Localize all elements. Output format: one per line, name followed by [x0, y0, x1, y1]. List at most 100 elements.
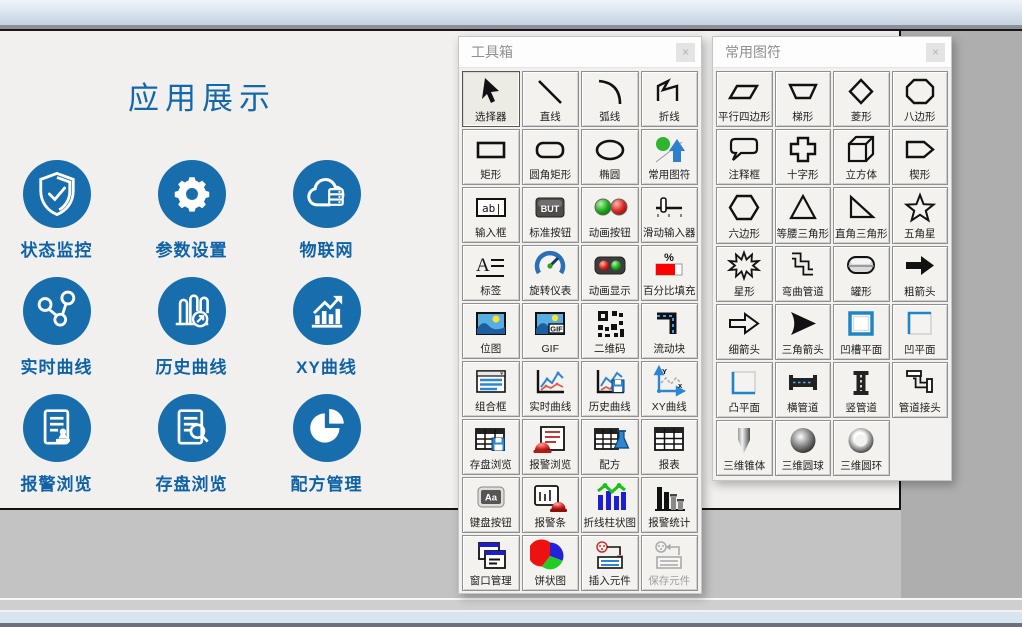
symbol-right-triangle[interactable]: 直角三角形 — [833, 187, 890, 243]
tool-alarm-bar[interactable]: 报警条 — [522, 477, 580, 533]
tool-keyboard-button[interactable]: Aa键盘按钮 — [462, 477, 520, 533]
tool-anim-button[interactable]: 动画按钮 — [581, 187, 639, 243]
svg-text:GIF: GIF — [551, 324, 564, 333]
tool-line-bar-chart[interactable]: 折线柱状图 — [581, 477, 639, 533]
symbol-octagon[interactable]: 八边形 — [892, 71, 949, 127]
bitmap-icon — [463, 304, 519, 343]
symbol-thin-arrow[interactable]: 细箭头 — [716, 304, 773, 360]
tool-anim-display[interactable]: 动画显示 — [581, 245, 639, 301]
tool-history-curve[interactable]: 历史曲线 — [581, 361, 639, 417]
tool-xy-curve[interactable]: YxXY曲线 — [641, 361, 699, 417]
app-param-settings[interactable]: 参数设置 — [124, 160, 259, 277]
app-iot[interactable]: 物联网 — [259, 160, 394, 277]
symbol-hexagon[interactable]: 六边形 — [716, 187, 773, 243]
status-bar — [0, 612, 1022, 623]
tool-alarm-browse[interactable]: 报警浏览 — [522, 419, 580, 475]
close-icon[interactable]: × — [926, 43, 945, 62]
history-curve-icon — [582, 362, 638, 401]
sphere3d-icon — [776, 421, 831, 460]
tool-insert-component[interactable]: 插入元件 — [581, 535, 639, 591]
tool-pie-chart[interactable]: 饼状图 — [522, 535, 580, 591]
symbol-vpipe[interactable]: 竖管道 — [833, 362, 890, 418]
tool-combo-box[interactable]: 组合框 — [462, 361, 520, 417]
symbol-comment-box[interactable]: 注释框 — [716, 129, 773, 185]
symbol-burst[interactable]: 星形 — [716, 246, 773, 302]
symbol-tank[interactable]: 罐形 — [833, 246, 890, 302]
tool-ellipse[interactable]: 椭圆 — [581, 129, 639, 185]
cell-label: 报表 — [659, 459, 680, 471]
cell-label: 三维圆环 — [840, 460, 882, 472]
symbol-pipe-joint[interactable]: 管道接头 — [892, 362, 949, 418]
tool-polyline[interactable]: 折线 — [641, 71, 699, 127]
app-status-monitor[interactable]: 状态监控 — [0, 160, 124, 277]
tank-icon — [834, 247, 889, 286]
symbol-diamond[interactable]: 菱形 — [833, 71, 890, 127]
tool-standard-button[interactable]: BUT标准按钮 — [522, 187, 580, 243]
symbol-3d-cone[interactable]: 三维锥体 — [716, 420, 773, 476]
tool-qrcode[interactable]: 二维码 — [581, 303, 639, 359]
symbol-cube[interactable]: 立方体 — [833, 129, 890, 185]
symbol-3d-ring[interactable]: 三维圆环 — [833, 420, 890, 476]
tool-alarm-stats[interactable]: 报警统计 — [641, 477, 699, 533]
symbol-tri-arrow[interactable]: 三角箭头 — [775, 304, 832, 360]
cell-label: 圆角矩形 — [529, 169, 571, 181]
tool-bitmap[interactable]: 位图 — [462, 303, 520, 359]
symbol-grooved-plane[interactable]: 凹槽平面 — [833, 304, 890, 360]
iot-cloud-icon — [293, 160, 361, 228]
app-alarm-browse[interactable]: 报警浏览 — [0, 394, 124, 511]
symbols-titlebar[interactable]: 常用图符 × — [713, 37, 951, 68]
tool-slider-input[interactable]: 滑动输入器 — [641, 187, 699, 243]
scroll-strip[interactable] — [0, 600, 1022, 610]
symbol-3d-sphere[interactable]: 三维圆球 — [775, 420, 832, 476]
cell-label: 折线 — [659, 111, 680, 123]
symbol-concave-plane[interactable]: 凹平面 — [892, 304, 949, 360]
app-xy-curve[interactable]: XY曲线 — [259, 277, 394, 394]
tool-recipe[interactable]: 配方 — [581, 419, 639, 475]
app-history-curve[interactable]: 历史曲线 — [124, 277, 259, 394]
app-label: XY曲线 — [296, 353, 357, 378]
symbol-curved-pipe[interactable]: 弯曲管道 — [775, 246, 832, 302]
tool-label[interactable]: A标签 — [462, 245, 520, 301]
app-recipe-manage[interactable]: 配方管理 — [259, 394, 394, 511]
app-storage-browse[interactable]: 存盘浏览 — [124, 394, 259, 511]
hpipe-icon — [776, 363, 831, 402]
close-icon[interactable]: × — [676, 43, 695, 62]
cell-label: 组合框 — [475, 401, 507, 413]
symbol-star5[interactable]: 五角星 — [892, 187, 949, 243]
cursor-icon — [463, 72, 519, 111]
tool-gif[interactable]: GIFGIF — [522, 303, 580, 359]
symbol-trapezoid[interactable]: 梯形 — [775, 71, 832, 127]
tool-storage-browse[interactable]: 存盘浏览 — [462, 419, 520, 475]
tool-window-manage[interactable]: 窗口管理 — [462, 535, 520, 591]
pie-slice-icon — [293, 394, 361, 462]
cell-label: 百分比填充 — [643, 285, 696, 297]
gif-icon: GIF — [523, 304, 579, 343]
tool-flow-block[interactable]: 流动块 — [641, 303, 699, 359]
tool-report[interactable]: 报表 — [641, 419, 699, 475]
symbol-cross[interactable]: 十字形 — [775, 129, 832, 185]
symbols-title: 常用图符 — [725, 42, 926, 62]
tool-selector[interactable]: 选择器 — [462, 71, 520, 127]
tool-rect[interactable]: 矩形 — [462, 129, 520, 185]
symbol-iso-triangle[interactable]: 等腰三角形 — [775, 187, 832, 243]
tool-percent-fill[interactable]: %百分比填充 — [641, 245, 699, 301]
tool-symbol-library[interactable]: 常用图符 — [641, 129, 699, 185]
burst-icon — [717, 247, 772, 286]
toolbox-titlebar[interactable]: 工具箱 × — [459, 37, 701, 68]
symbol-parallelogram[interactable]: 平行四边形 — [716, 71, 773, 127]
cell-label: 插入元件 — [589, 575, 631, 587]
symbol-wedge[interactable]: 楔形 — [892, 129, 949, 185]
symbol-convex-plane[interactable]: 凸平面 — [716, 362, 773, 418]
toolbox-grid: 选择器直线弧线折线矩形圆角矩形椭圆常用图符 ab|输入框BUT标准按钮动画按钮滑动… — [459, 68, 701, 594]
tool-save-component[interactable]: 保存元件 — [641, 535, 699, 591]
tool-realtime-curve[interactable]: 实时曲线 — [522, 361, 580, 417]
tool-input-box[interactable]: ab|输入框 — [462, 187, 520, 243]
tool-rotary-gauge[interactable]: 旋转仪表 — [522, 245, 580, 301]
app-realtime-curve[interactable]: 实时曲线 — [0, 277, 124, 394]
symbol-thick-arrow[interactable]: 粗箭头 — [892, 246, 949, 302]
cell-label: 窗口管理 — [470, 575, 512, 587]
symbol-hpipe[interactable]: 横管道 — [775, 362, 832, 418]
tool-arc[interactable]: 弧线 — [581, 71, 639, 127]
tool-roundrect[interactable]: 圆角矩形 — [522, 129, 580, 185]
tool-line[interactable]: 直线 — [522, 71, 580, 127]
